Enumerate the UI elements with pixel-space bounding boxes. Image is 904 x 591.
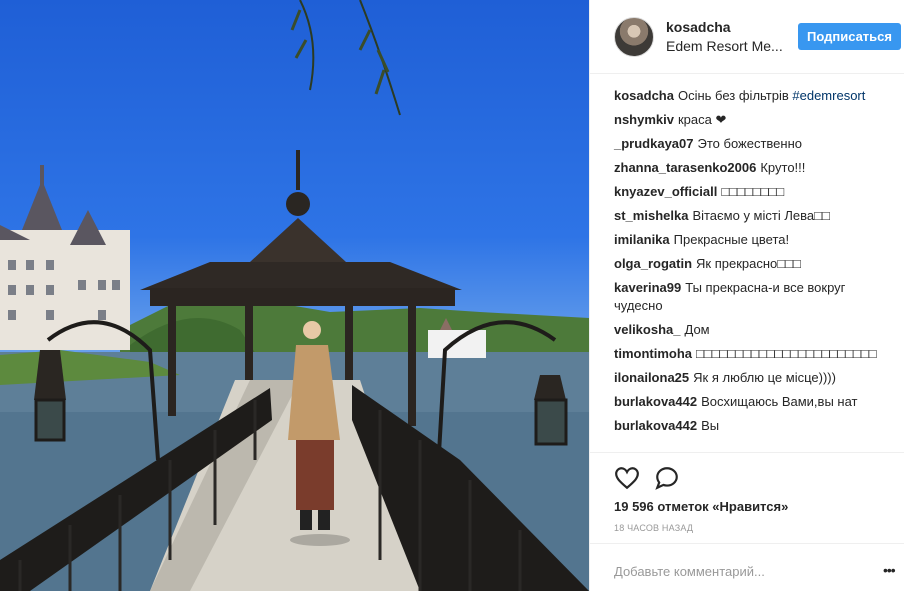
comment-text: Прекрасные цвета!	[673, 232, 790, 247]
avatar[interactable]	[614, 17, 654, 57]
add-comment-area: Добавьте комментарий... •••	[590, 543, 904, 591]
likes-count[interactable]: 19 596 отметок «Нравится»	[614, 499, 788, 514]
comment-username[interactable]: imilanika	[614, 232, 670, 247]
comment-text: Вітаємо у місті Лева□□	[692, 208, 830, 223]
comment-username[interactable]: _prudkaya07	[614, 136, 694, 151]
comment-text: Круто!!!	[760, 160, 806, 175]
comment-text: Як я люблю це місце))))	[693, 370, 836, 385]
comment-username[interactable]: velikosha_	[614, 322, 681, 337]
comment-text: Вы	[701, 418, 720, 433]
post-location[interactable]: Edem Resort Me...	[666, 38, 786, 54]
post-timestamp[interactable]: 18 часов назад	[614, 523, 693, 533]
comment-username[interactable]: timontimoha	[614, 346, 692, 361]
comment-text: □□□□□□□□□□□□□□□□□□□□□□□	[696, 346, 877, 361]
comment-username[interactable]: st_mishelka	[614, 208, 688, 223]
comment-username[interactable]: kosadcha	[614, 88, 674, 103]
list-item: imilanika Прекрасные цвета!	[614, 231, 894, 249]
list-item: burlakova442 Восхищаюсь Вами,вы нат	[614, 393, 894, 411]
comments-list: kosadcha Осінь без фільтрів #edemresort n…	[614, 87, 894, 441]
list-item: olga_rogatin Як прекрасно□□□	[614, 255, 894, 273]
comment-username[interactable]: kaverina99	[614, 280, 681, 295]
list-item: knyazev_officiall □□□□□□□□	[614, 183, 894, 201]
list-item: _prudkaya07 Это божественно	[614, 135, 894, 153]
post-header: kosadcha Edem Resort Me... Подписаться	[590, 0, 904, 74]
comment-username[interactable]: ilonailona25	[614, 370, 689, 385]
post-username[interactable]: kosadcha	[666, 19, 731, 35]
comment-text: краса ❤	[677, 112, 727, 127]
list-item: st_mishelka Вітаємо у місті Лева□□	[614, 207, 894, 225]
list-item: burlakova442 Вы	[614, 417, 894, 435]
post-actions	[590, 452, 904, 492]
comment-text: Это божественно	[697, 136, 802, 151]
list-item: kaverina99 Ты прекрасна-и все вокруг чуде…	[614, 279, 894, 315]
comment-username[interactable]: burlakova442	[614, 418, 697, 433]
photo-scene	[0, 0, 589, 591]
comment-username[interactable]: knyazev_officiall	[614, 184, 717, 199]
list-item: timontimoha □□□□□□□□□□□□□□□□□□□□□□□	[614, 345, 894, 363]
comment-bubble-icon[interactable]	[654, 465, 680, 491]
comment-text: Дом	[684, 322, 710, 337]
follow-button[interactable]: Подписаться	[798, 23, 901, 50]
list-item: zhanna_tarasenko2006 Круто!!!	[614, 159, 894, 177]
list-item: nshymkiv краса ❤	[614, 111, 894, 129]
list-item: kosadcha Осінь без фільтрів #edemresort	[614, 87, 894, 105]
list-item: velikosha_ Дом	[614, 321, 894, 339]
post-photo[interactable]	[0, 0, 589, 591]
comment-text: Осінь без фільтрів	[677, 88, 793, 103]
heart-icon[interactable]	[614, 465, 640, 491]
comment-text: □□□□□□□□	[721, 184, 785, 199]
list-item: ilonailona25 Як я люблю це місце))))	[614, 369, 894, 387]
hashtag-link[interactable]: #edemresort	[792, 88, 865, 103]
comment-username[interactable]: olga_rogatin	[614, 256, 692, 271]
comment-username[interactable]: zhanna_tarasenko2006	[614, 160, 756, 175]
comment-text: Восхищаюсь Вами,вы нат	[701, 394, 858, 409]
comment-text: Як прекрасно□□□	[696, 256, 801, 271]
comment-username[interactable]: nshymkiv	[614, 112, 674, 127]
comment-input[interactable]: Добавьте комментарий...	[614, 564, 765, 579]
more-dots-icon[interactable]: •••	[883, 562, 896, 578]
comment-username[interactable]: burlakova442	[614, 394, 697, 409]
post-sidebar: kosadcha Edem Resort Me... Подписаться k…	[589, 0, 904, 591]
